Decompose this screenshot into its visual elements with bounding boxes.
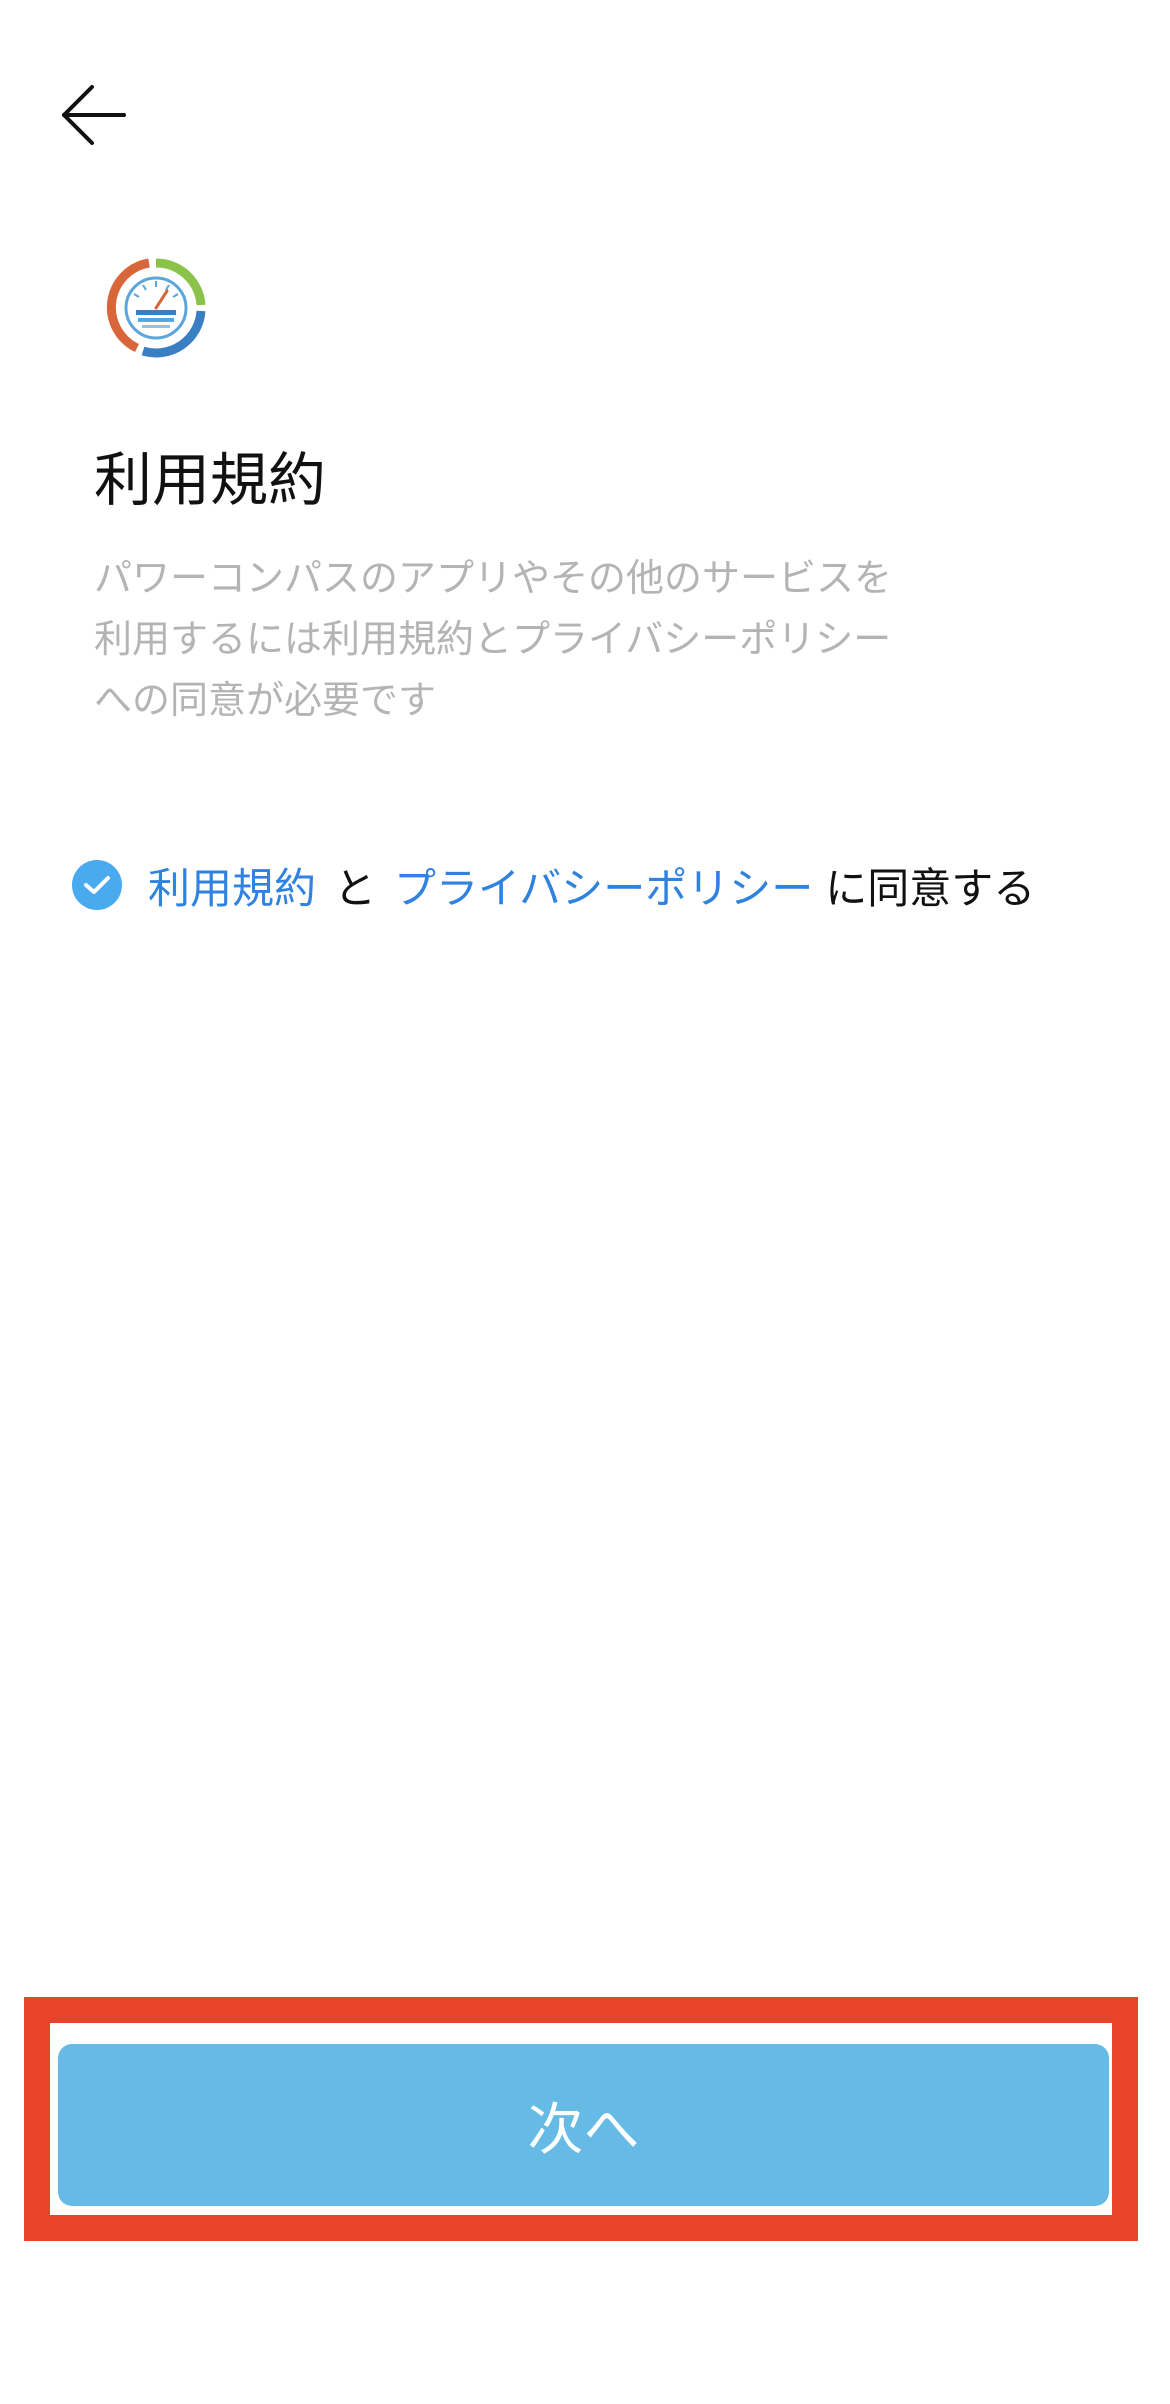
agreement-suffix: に同意する [825, 863, 1036, 913]
description-line: パワーコンパスのアプリやその他のサービスを [94, 556, 893, 600]
page-title: 利用規約 [94, 446, 327, 514]
back-button[interactable] [60, 80, 150, 150]
next-button[interactable]: 次へ [58, 2044, 1109, 2206]
arrow-left-icon [62, 85, 126, 145]
description-line: 利用するには利用規約とプライバシーポリシー [94, 617, 892, 661]
agreement-row: 利用規約 と プライバシーポリシー に同意する [72, 850, 1035, 920]
terms-link[interactable]: 利用規約 [148, 855, 316, 916]
description: パワーコンパスのアプリやその他のサービスを 利用するには利用規約とプライバシーポ… [94, 548, 1054, 731]
agree-checkbox[interactable] [72, 860, 122, 910]
description-line: への同意が必要です [94, 678, 437, 722]
power-compass-logo-icon [103, 255, 209, 361]
privacy-policy-link[interactable]: プライバシーポリシー [394, 855, 813, 916]
checkmark-icon [84, 876, 110, 894]
agreement-connector: と [334, 863, 377, 913]
